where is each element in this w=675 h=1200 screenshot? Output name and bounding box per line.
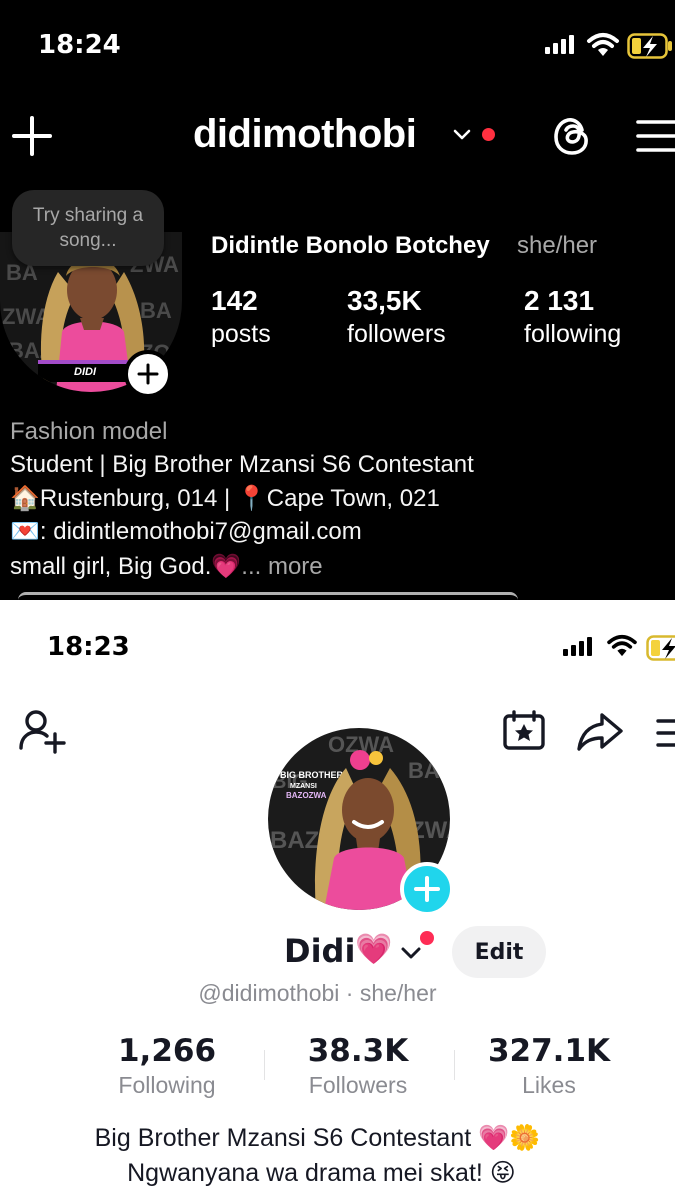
calendar-star-icon[interactable] xyxy=(502,710,546,750)
bio-line: small girl, Big God.💗 xyxy=(10,553,242,580)
wifi-icon xyxy=(587,33,619,56)
bio-category: Fashion model xyxy=(10,418,168,445)
avatar-text: BAZOZWA xyxy=(286,791,327,800)
handle-and-pronouns: @didimothobi · she/her xyxy=(198,980,437,1006)
add-story-button[interactable] xyxy=(400,862,454,916)
likes-stat[interactable]: 327.1K Likes xyxy=(454,1032,644,1100)
avatar-text: MZANSI xyxy=(290,783,317,790)
chevron-down-icon[interactable] xyxy=(400,942,422,964)
stat-value: 38.3K xyxy=(307,1033,409,1069)
following-stat[interactable]: 1,266 Following xyxy=(72,1032,262,1100)
notification-dot xyxy=(420,931,434,945)
bio-line: Big Brother Mzansi S6 Contestant 💗🌼 xyxy=(94,1124,541,1152)
status-time: 18:23 xyxy=(47,632,130,662)
stat-label: Followers xyxy=(308,1072,408,1098)
cropped-link-row xyxy=(18,592,518,600)
pronouns: she/her xyxy=(517,232,598,259)
avatar-label: DIDI xyxy=(74,366,96,378)
username-switcher[interactable]: didimothobi xyxy=(193,112,417,157)
stat-value: 33,5K xyxy=(347,285,422,316)
stat-value: 142 xyxy=(211,285,258,316)
plus-icon[interactable] xyxy=(12,116,52,156)
share-icon[interactable] xyxy=(576,711,624,753)
bio-line: 🏠Rustenburg, 014 | 📍Cape Town, 021 xyxy=(10,485,440,512)
bio-line-last: small girl, Big God.💗... more xyxy=(10,552,323,581)
battery-charging-icon xyxy=(627,33,672,59)
stat-label: followers xyxy=(347,320,446,348)
stat-value: 1,266 xyxy=(117,1033,217,1069)
stat-label: Likes xyxy=(522,1072,576,1098)
edit-profile-button[interactable]: Edit xyxy=(452,926,546,978)
menu-icon[interactable] xyxy=(656,717,675,749)
svg-text:BA: BA xyxy=(140,298,172,323)
wifi-icon xyxy=(607,634,637,657)
avatar-text: BIG BROTHER xyxy=(280,770,344,780)
more-link[interactable]: ... more xyxy=(241,553,322,580)
svg-text:BA!: BA! xyxy=(408,758,447,783)
posts-stat[interactable]: 142 posts xyxy=(211,286,271,352)
menu-icon[interactable] xyxy=(636,118,675,154)
stat-label: following xyxy=(524,320,622,348)
bio-line: Ngwanyana wa drama mei skat! 😝 xyxy=(127,1159,516,1187)
signal-icon xyxy=(545,35,574,54)
add-user-icon[interactable] xyxy=(18,708,66,754)
followers-stat[interactable]: 33,5K followers xyxy=(347,286,446,352)
tiktok-profile-screenshot: 18:23 OZWA BIG BA! BAZO W BIG BROTHER MZ… xyxy=(0,600,675,1200)
plus-icon xyxy=(414,876,440,902)
stat-label: posts xyxy=(211,320,271,348)
threads-icon[interactable] xyxy=(551,114,595,158)
stat-label: Following xyxy=(118,1072,216,1098)
notification-dot xyxy=(482,128,495,141)
stat-value: 2 131 xyxy=(524,285,595,316)
chevron-down-icon[interactable] xyxy=(452,124,472,144)
instagram-profile-screenshot: 18:24 didimothobi BA ZWA ZWA BA BAZ DIDI… xyxy=(0,0,675,600)
battery-charging-icon xyxy=(646,635,675,661)
bio-line[interactable]: 💌: didintlemothobi7@gmail.com xyxy=(10,517,362,546)
full-name: Didintle Bonolo Botchey xyxy=(211,232,490,259)
display-name: Didi xyxy=(284,932,356,970)
stat-value: 327.1K xyxy=(487,1033,611,1069)
note-bubble[interactable]: Try sharing a song... xyxy=(12,190,164,266)
pink-heart-emoji: 💗 xyxy=(355,933,393,966)
bio-line: Student | Big Brother Mzansi S6 Contesta… xyxy=(10,451,474,478)
signal-icon xyxy=(563,637,592,656)
followers-stat[interactable]: 38.3K Followers xyxy=(263,1032,453,1100)
add-story-button[interactable] xyxy=(124,350,172,398)
status-time: 18:24 xyxy=(38,30,121,60)
following-stat[interactable]: 2 131 following xyxy=(524,286,621,352)
plus-icon xyxy=(137,363,159,385)
